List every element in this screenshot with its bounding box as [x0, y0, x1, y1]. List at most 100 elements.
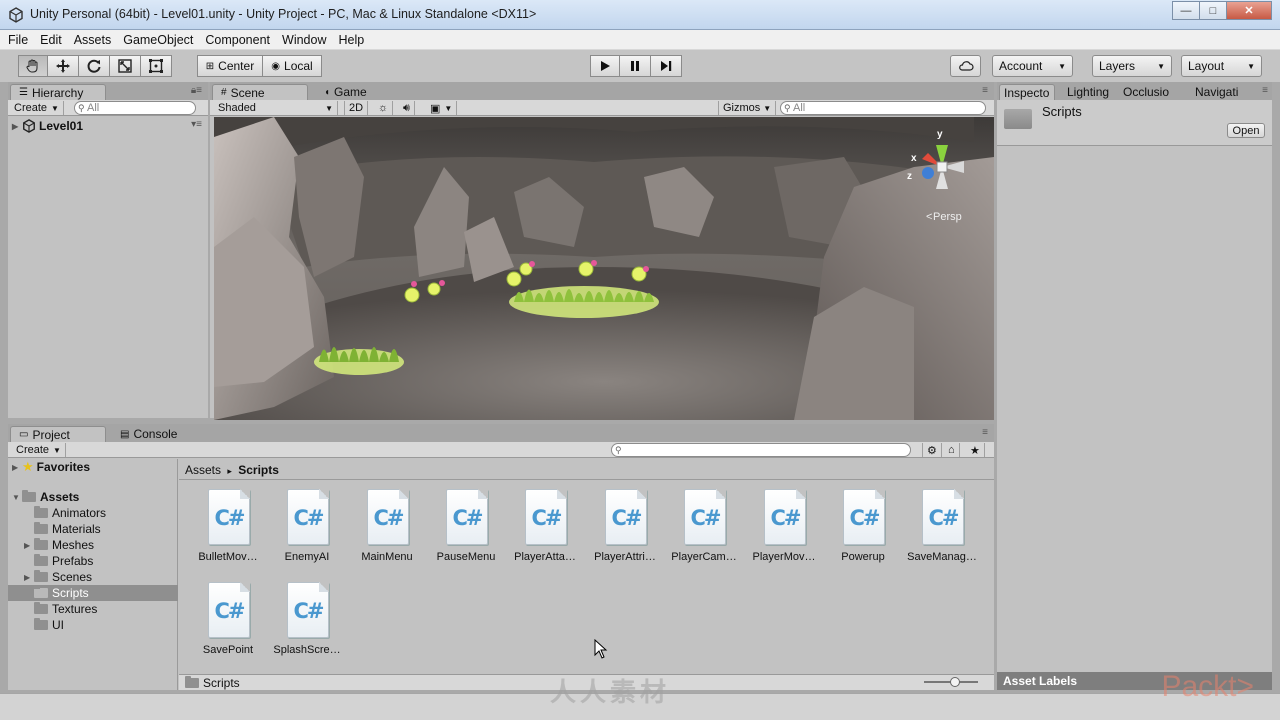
gizmos-label: Gizmos [723, 102, 761, 114]
script-asset[interactable]: C# SavePoint [188, 582, 268, 674]
tab-lighting[interactable]: Lighting [1059, 84, 1117, 100]
scene-effects-dropdown[interactable]: ▣ ▼ [426, 101, 458, 115]
filter-by-type-button[interactable]: ⚙ [922, 443, 942, 457]
tab-hierarchy[interactable]: ☰ Hierarchy [10, 84, 106, 100]
menu-component[interactable]: Component [205, 33, 270, 47]
script-asset[interactable]: C# SplashScre… [267, 582, 347, 674]
toggle-2d-button[interactable]: 2D [344, 101, 369, 115]
folder-row[interactable]: ▶ Scenes [24, 569, 92, 585]
panel-menu-icon[interactable]: ≡ [982, 427, 988, 438]
menu-edit[interactable]: Edit [40, 33, 62, 47]
scene-lighting-toggle[interactable]: ☼ [374, 101, 394, 115]
assets-root-label: Assets [40, 490, 80, 504]
folder-row[interactable]: Textures [34, 601, 97, 617]
script-asset[interactable]: C# EnemyAI [267, 489, 347, 581]
project-create-button[interactable]: Create ▼ [12, 443, 66, 457]
slider-thumb[interactable] [950, 677, 960, 687]
scene-audio-toggle[interactable]: 🔊︎ [399, 101, 415, 115]
favorites-star-button[interactable]: ★ [966, 443, 985, 457]
tag-icon: ⌂ [948, 444, 955, 456]
panel-menu-icon[interactable]: ≡ [982, 85, 988, 96]
script-asset[interactable]: C# MainMenu [347, 489, 427, 581]
folder-label: Materials [52, 522, 101, 536]
tab-occlusion[interactable]: Occlusio [1115, 84, 1177, 100]
transform-tools [18, 55, 172, 77]
assets-root-row[interactable]: ▼ Assets [12, 489, 79, 505]
expand-arrow-icon[interactable]: ▶ [12, 463, 22, 472]
panel-menu-icon[interactable]: 🔒︎≡ [191, 85, 202, 96]
menu-help[interactable]: Help [338, 33, 364, 47]
cloud-services-button[interactable] [950, 55, 981, 77]
panel-menu-icon[interactable]: ≡ [1262, 85, 1268, 96]
move-tool-button[interactable] [47, 55, 79, 77]
breadcrumb-current[interactable]: Scripts [238, 463, 279, 477]
maximize-button[interactable]: □ [1199, 1, 1227, 20]
hierarchy-list-icon: ☰ [19, 87, 28, 98]
layout-dropdown[interactable]: Layout ▼ [1181, 55, 1262, 77]
pause-button[interactable] [619, 55, 651, 77]
script-asset[interactable]: C# BulletMov… [188, 489, 268, 581]
close-button[interactable]: ✕ [1226, 1, 1272, 20]
step-button[interactable] [650, 55, 682, 77]
tab-game[interactable]: ◖ Game [316, 84, 375, 100]
filter-by-label-button[interactable]: ⌂ [944, 443, 960, 457]
tab-inspector[interactable]: Inspecto [999, 84, 1055, 100]
folder-row[interactable]: Materials [34, 521, 101, 537]
script-asset[interactable]: C# Powerup [823, 489, 903, 581]
script-asset[interactable]: C# PauseMenu [426, 489, 506, 581]
script-asset[interactable]: C# SaveManag… [902, 489, 982, 581]
minimize-button[interactable]: — [1172, 1, 1200, 20]
script-asset[interactable]: C# PlayerAttri… [585, 489, 665, 581]
hierarchy-search-input[interactable]: ⚲ All [74, 101, 196, 115]
layers-dropdown[interactable]: Layers ▼ [1092, 55, 1172, 77]
scene-root-row[interactable]: ▶ Level01 [12, 118, 83, 134]
folder-row-selected[interactable]: Scripts [8, 585, 178, 601]
folder-label: Animators [52, 506, 107, 520]
folder-row[interactable]: Prefabs [34, 553, 93, 569]
rect-tool-button[interactable] [140, 55, 172, 77]
favorites-row[interactable]: ▶ ★ Favorites [12, 459, 90, 475]
account-label: Account [999, 59, 1043, 73]
rotate-tool-button[interactable] [78, 55, 110, 77]
menu-window[interactable]: Window [282, 33, 326, 47]
collapse-arrow-icon[interactable]: ▼ [12, 493, 22, 502]
script-asset[interactable]: C# PlayerAtta… [505, 489, 585, 581]
scene-search-input[interactable]: ⚲ All [780, 101, 986, 115]
project-search-input[interactable]: ⚲ [611, 443, 911, 457]
folder-icon [22, 490, 36, 502]
tab-console[interactable]: ▤ Console [112, 426, 185, 442]
tab-navigation[interactable]: Navigati [1187, 84, 1246, 100]
hand-tool-button[interactable] [18, 55, 48, 77]
scene-viewport[interactable]: y x z < Persp [214, 117, 994, 420]
scale-tool-button[interactable] [109, 55, 141, 77]
tab-scene[interactable]: # Scene [212, 84, 308, 100]
icon-size-slider[interactable] [924, 677, 978, 687]
shading-mode-dropdown[interactable]: Shaded ▼ [214, 101, 338, 115]
scene-menu-icon[interactable]: ▾≡ [191, 119, 202, 130]
pivot-center-toggle[interactable]: ⊞ Center [197, 55, 263, 77]
breadcrumb-root[interactable]: Assets [185, 463, 221, 477]
layout-label: Layout [1188, 59, 1225, 73]
play-button[interactable] [590, 55, 620, 77]
gizmos-dropdown[interactable]: Gizmos ▼ [718, 101, 777, 115]
projection-label[interactable]: Persp [933, 211, 962, 223]
search-placeholder: All [793, 102, 806, 114]
folder-row[interactable]: ▶ Meshes [24, 537, 94, 553]
folder-row[interactable]: Animators [34, 505, 106, 521]
expand-arrow-icon[interactable]: ▶ [24, 541, 34, 550]
expand-arrow-icon[interactable]: ▶ [24, 573, 34, 582]
folder-row[interactable]: UI [34, 617, 64, 633]
hierarchy-create-button[interactable]: Create ▼ [10, 101, 64, 115]
script-asset[interactable]: C# PlayerCam… [664, 489, 744, 581]
open-button[interactable]: Open [1227, 123, 1265, 138]
menu-assets[interactable]: Assets [74, 33, 112, 47]
account-dropdown[interactable]: Account ▼ [992, 55, 1073, 77]
scene-tabstrip: # Scene ◖ Game ≡ [210, 82, 994, 100]
menu-gameobject[interactable]: GameObject [123, 33, 193, 47]
space-local-toggle[interactable]: ◉ Local [262, 55, 322, 77]
tab-project[interactable]: ▭ Project [10, 426, 106, 442]
script-asset[interactable]: C# PlayerMov… [744, 489, 824, 581]
menu-file[interactable]: File [8, 33, 28, 47]
expand-arrow-icon[interactable]: ▶ [12, 122, 22, 131]
folder-icon [34, 570, 48, 582]
